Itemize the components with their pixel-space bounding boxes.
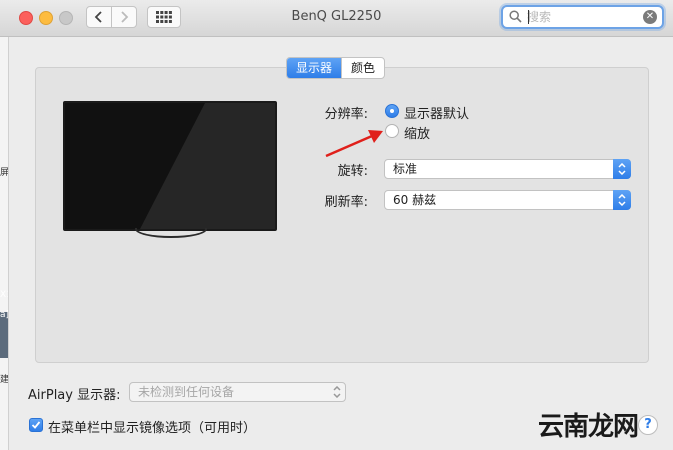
radio-scaled-resolution[interactable] <box>385 124 399 138</box>
tab-display[interactable]: 显示器 <box>287 58 342 78</box>
tab-bar: 显示器 颜色 <box>286 57 386 79</box>
clear-search-icon[interactable]: ✕ <box>643 10 657 24</box>
text-caret <box>528 10 529 24</box>
help-button[interactable]: ? <box>638 415 658 435</box>
search-field[interactable]: ✕ <box>501 5 664 29</box>
monitor-screen-reflection <box>140 103 275 229</box>
rotation-stepper[interactable] <box>613 159 631 179</box>
airplay-value: 未检测到任何设备 <box>138 385 235 399</box>
refresh-rate-select[interactable]: 60 赫兹 <box>384 190 631 210</box>
rotation-value: 标准 <box>393 162 418 176</box>
updown-chevron-icon <box>333 386 341 398</box>
updown-chevron-icon <box>618 163 626 175</box>
airplay-stepper <box>328 382 346 402</box>
refresh-rate-stepper[interactable] <box>613 190 631 210</box>
background-window-edge: 屏 X1 a] 建 <box>0 37 9 450</box>
airplay-select: 未检测到任何设备 <box>129 382 346 402</box>
scaled-resolution-option[interactable]: 缩放 <box>404 123 430 142</box>
site-watermark: 云南龙网 <box>538 412 639 442</box>
annotation-arrow-icon <box>325 130 383 158</box>
mirror-option-label[interactable]: 在菜单栏中显示镜像选项（可用时） <box>48 417 256 436</box>
display-preferences-window: BenQ GL2250 ✕ 屏 X1 a] 建 显示器 颜色 分辨率: 显示器默… <box>0 0 673 450</box>
edge-text-1: 屏 <box>0 168 8 178</box>
checkmark-icon <box>31 421 41 429</box>
rotation-select[interactable]: 标准 <box>384 159 631 179</box>
tab-color[interactable]: 颜色 <box>341 58 384 78</box>
search-input[interactable] <box>527 8 637 26</box>
refresh-rate-value: 60 赫兹 <box>393 193 437 207</box>
edge-text-3: a] <box>0 310 8 320</box>
search-icon <box>509 10 522 23</box>
edge-text-4: 建 <box>0 375 8 385</box>
title-bar: BenQ GL2250 ✕ <box>0 0 673 37</box>
airplay-label: AirPlay 显示器: <box>28 388 121 403</box>
updown-chevron-icon <box>618 194 626 206</box>
rotation-label: 旋转: <box>337 164 368 179</box>
default-resolution-option[interactable]: 显示器默认 <box>404 103 469 122</box>
edge-text-2: X1 <box>0 290 8 300</box>
radio-default-resolution[interactable] <box>385 104 399 118</box>
monitor-image <box>63 101 277 231</box>
resolution-label: 分辨率: <box>324 107 368 122</box>
refresh-rate-label: 刷新率: <box>324 195 368 210</box>
mirror-option-checkbox[interactable] <box>29 418 43 432</box>
